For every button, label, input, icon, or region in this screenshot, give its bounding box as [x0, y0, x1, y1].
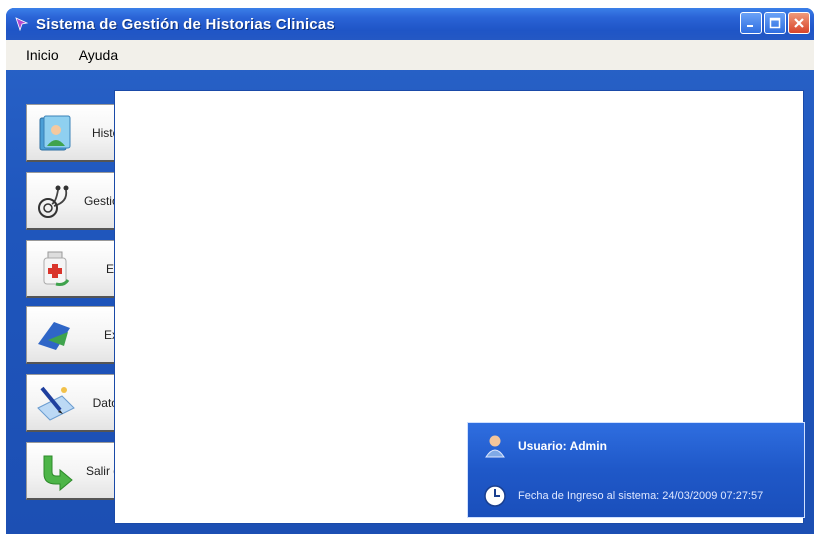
exit-arrow-icon — [33, 449, 77, 493]
close-button[interactable] — [788, 12, 810, 34]
user-label: Usuario: Admin — [518, 439, 607, 453]
close-icon — [794, 18, 804, 28]
patient-folder-icon — [33, 111, 77, 155]
maximize-icon — [769, 17, 781, 29]
clock-icon — [482, 483, 508, 509]
window-title: Sistema de Gestión de Historias Clinicas — [36, 15, 335, 33]
title-bar[interactable]: Sistema de Gestión de Historias Clinicas — [6, 8, 814, 40]
menu-bar: Inicio Ayuda — [6, 40, 814, 70]
export-arrow-icon — [33, 313, 77, 357]
report-pen-icon — [33, 381, 77, 425]
minimize-button[interactable] — [740, 12, 762, 34]
medicine-bottle-icon — [33, 247, 77, 291]
status-panel: Usuario: Admin Fecha de Ingreso al siste… — [467, 422, 805, 518]
login-date-label: Fecha de Ingreso al sistema: 24/03/2009 … — [518, 490, 764, 502]
menu-item-inicio[interactable]: Inicio — [26, 47, 59, 63]
minimize-icon — [747, 25, 753, 27]
maximize-button[interactable] — [764, 12, 786, 34]
window-controls — [740, 12, 810, 34]
menu-item-ayuda[interactable]: Ayuda — [79, 47, 118, 63]
login-date-row: Fecha de Ingreso al sistema: 24/03/2009 … — [482, 483, 763, 509]
user-row: Usuario: Admin — [482, 433, 607, 459]
app-window: Sistema de Gestión de Historias Clinicas… — [6, 8, 814, 534]
stethoscope-icon — [33, 179, 77, 223]
user-icon — [482, 433, 508, 459]
app-icon — [14, 16, 30, 32]
